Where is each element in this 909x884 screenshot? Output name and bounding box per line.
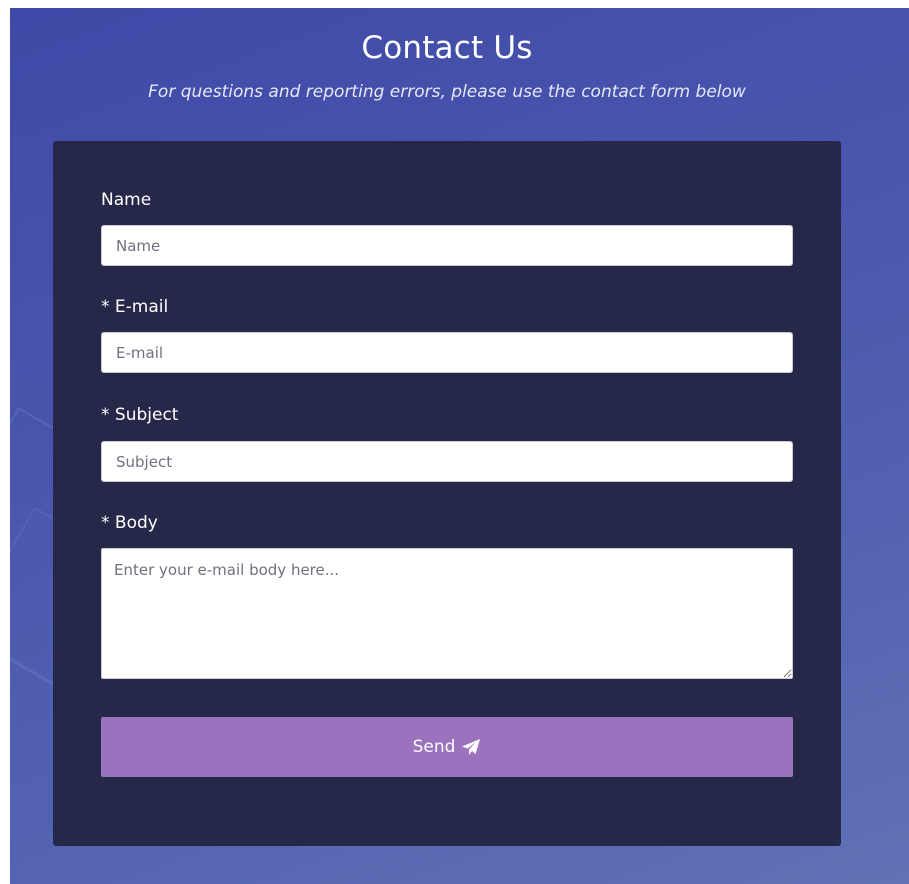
send-button-label: Send xyxy=(412,737,456,757)
name-input[interactable] xyxy=(101,225,793,266)
subject-label: * Subject xyxy=(101,405,179,425)
page-background: Contact Us For questions and reporting e… xyxy=(10,8,909,884)
paper-plane-icon xyxy=(462,739,481,755)
body-label: * Body xyxy=(101,513,158,533)
body-textarea[interactable] xyxy=(101,548,793,679)
email-input[interactable] xyxy=(101,332,793,373)
name-label: Name xyxy=(101,190,152,210)
send-button[interactable]: Send xyxy=(101,717,793,777)
page-title: Contact Us xyxy=(361,30,533,66)
contact-form: Name * E-mail * Subject * Body Send xyxy=(53,141,841,846)
page-subtitle: For questions and reporting errors, plea… xyxy=(148,82,746,102)
email-label: * E-mail xyxy=(101,297,169,317)
subject-input[interactable] xyxy=(101,441,793,482)
